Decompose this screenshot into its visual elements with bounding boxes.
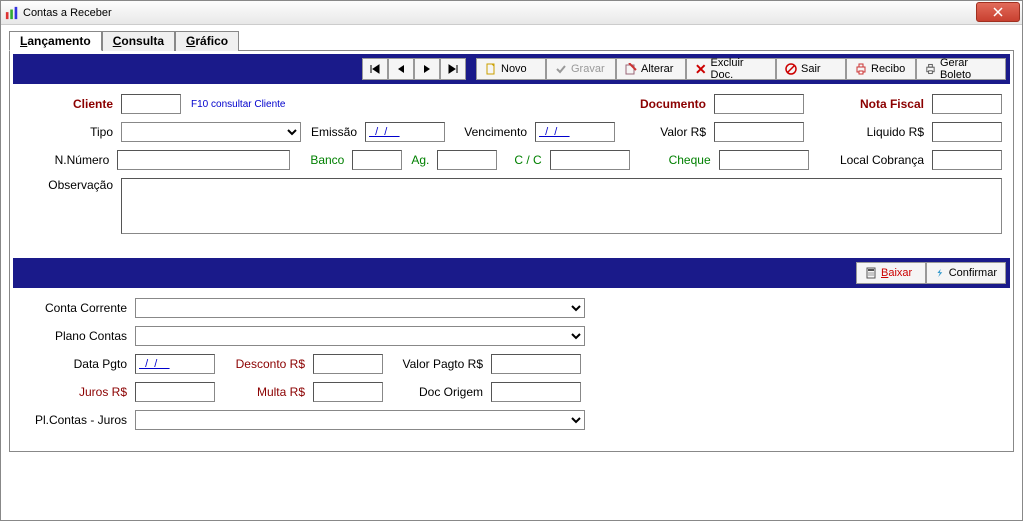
n-numero-input[interactable] xyxy=(117,150,290,170)
multa-rs-label: Multa R$ xyxy=(219,385,309,399)
gerar-boleto-button[interactable]: Gerar Boleto xyxy=(916,58,1006,80)
recibo-button[interactable]: Recibo xyxy=(846,58,916,80)
app-icon xyxy=(5,6,19,20)
observacao-label: Observação xyxy=(21,178,117,192)
edit-icon xyxy=(625,63,637,75)
title-bar: Contas a Receber xyxy=(1,1,1022,25)
gravar-label: Gravar xyxy=(571,63,605,75)
valor-rs-input[interactable] xyxy=(714,122,804,142)
document-new-icon xyxy=(485,63,497,75)
multa-rs-input[interactable] xyxy=(313,382,383,402)
tab-lancamento[interactable]: Lançamento xyxy=(9,31,102,51)
data-pgto-input[interactable] xyxy=(135,354,215,374)
cc-input[interactable] xyxy=(550,150,630,170)
local-cobranca-input[interactable] xyxy=(932,150,1002,170)
window: Contas a Receber Lançamento Consulta Grá… xyxy=(0,0,1023,521)
baixar-label: Baixar xyxy=(881,267,912,279)
tipo-label: Tipo xyxy=(21,125,117,139)
delete-x-icon xyxy=(695,63,707,75)
arrow-right-icon xyxy=(421,63,433,75)
recibo-label: Recibo xyxy=(871,63,905,75)
observacao-input[interactable] xyxy=(121,178,1002,234)
doc-origem-input[interactable] xyxy=(491,382,581,402)
valor-rs-label: Valor R$ xyxy=(630,125,710,139)
emissao-input[interactable] xyxy=(365,122,445,142)
desconto-rs-label: Desconto R$ xyxy=(219,357,309,371)
ag-label: Ag. xyxy=(406,153,433,167)
form-top: Cliente F10 consultar Cliente Documento … xyxy=(13,84,1010,252)
valor-pagto-rs-input[interactable] xyxy=(491,354,581,374)
vencimento-input[interactable] xyxy=(535,122,615,142)
arrow-left-icon xyxy=(395,63,407,75)
content-area: Lançamento Consulta Gráfico xyxy=(1,25,1022,457)
nav-first-button[interactable] xyxy=(362,58,388,80)
cliente-label: Cliente xyxy=(21,97,117,111)
close-button[interactable] xyxy=(976,2,1020,22)
liquido-rs-label: Liquido R$ xyxy=(808,125,928,139)
nav-next-button[interactable] xyxy=(414,58,440,80)
nota-fiscal-input[interactable] xyxy=(932,94,1002,114)
baixar-button[interactable]: Baixar xyxy=(856,262,926,284)
tipo-select[interactable] xyxy=(121,122,301,142)
gravar-button[interactable]: Gravar xyxy=(546,58,616,80)
n-numero-label: N.Número xyxy=(21,153,113,167)
nota-fiscal-label: Nota Fiscal xyxy=(808,97,928,111)
cc-label: C / C xyxy=(501,153,545,167)
cliente-input[interactable] xyxy=(121,94,181,114)
tab-consulta[interactable]: Consulta xyxy=(102,31,175,51)
banco-label: Banco xyxy=(294,153,348,167)
juros-rs-input[interactable] xyxy=(135,382,215,402)
alterar-label: Alterar xyxy=(641,63,673,75)
conta-corrente-label: Conta Corrente xyxy=(21,301,131,315)
conta-corrente-select[interactable] xyxy=(135,298,585,318)
no-entry-icon xyxy=(785,63,797,75)
juros-rs-label: Juros R$ xyxy=(21,385,131,399)
printer-icon-2 xyxy=(925,63,936,75)
plano-contas-select[interactable] xyxy=(135,326,585,346)
liquido-rs-input[interactable] xyxy=(932,122,1002,142)
excluir-label: Excluir Doc. xyxy=(711,57,767,81)
cliente-hint: F10 consultar Cliente xyxy=(191,99,286,110)
local-cobranca-label: Local Cobrança xyxy=(813,153,928,167)
arrow-last-icon xyxy=(447,63,459,75)
desconto-rs-input[interactable] xyxy=(313,354,383,374)
pl-contas-juros-label: Pl.Contas - Juros xyxy=(21,413,131,427)
panel-lancamento: Novo Gravar Alterar Excluir Doc. Sair xyxy=(9,51,1014,452)
check-icon xyxy=(555,63,567,75)
tab-grafico[interactable]: Gráfico xyxy=(175,31,239,51)
window-title: Contas a Receber xyxy=(23,7,112,19)
excluir-button[interactable]: Excluir Doc. xyxy=(686,58,776,80)
cheque-input[interactable] xyxy=(719,150,809,170)
lightning-icon xyxy=(935,267,945,279)
calculator-icon xyxy=(865,267,877,279)
doc-origem-label: Doc Origem xyxy=(387,385,487,399)
ag-input[interactable] xyxy=(437,150,497,170)
printer-icon xyxy=(855,63,867,75)
cheque-label: Cheque xyxy=(638,153,715,167)
confirmar-label: Confirmar xyxy=(949,267,997,279)
vencimento-label: Vencimento xyxy=(449,125,531,139)
documento-label: Documento xyxy=(630,97,710,111)
arrow-first-icon xyxy=(369,63,381,75)
plano-contas-label: Plano Contas xyxy=(21,329,131,343)
toolbar-main: Novo Gravar Alterar Excluir Doc. Sair xyxy=(13,54,1010,84)
nav-prev-button[interactable] xyxy=(388,58,414,80)
sair-button[interactable]: Sair xyxy=(776,58,846,80)
alterar-button[interactable]: Alterar xyxy=(616,58,686,80)
sair-label: Sair xyxy=(801,63,821,75)
tab-strip: Lançamento Consulta Gráfico xyxy=(9,30,1014,51)
valor-pagto-rs-label: Valor Pagto R$ xyxy=(387,357,487,371)
novo-label: Novo xyxy=(501,63,527,75)
emissao-label: Emissão xyxy=(305,125,361,139)
pl-contas-juros-select[interactable] xyxy=(135,410,585,430)
banco-input[interactable] xyxy=(352,150,402,170)
form-bottom: Conta Corrente Plano Contas Data Pgto De… xyxy=(13,288,1010,448)
data-pgto-label: Data Pgto xyxy=(21,357,131,371)
novo-button[interactable]: Novo xyxy=(476,58,546,80)
toolbar-baixa: Baixar Confirmar xyxy=(13,258,1010,288)
documento-input[interactable] xyxy=(714,94,804,114)
nav-last-button[interactable] xyxy=(440,58,466,80)
confirmar-button[interactable]: Confirmar xyxy=(926,262,1006,284)
gerar-boleto-label: Gerar Boleto xyxy=(940,57,997,81)
